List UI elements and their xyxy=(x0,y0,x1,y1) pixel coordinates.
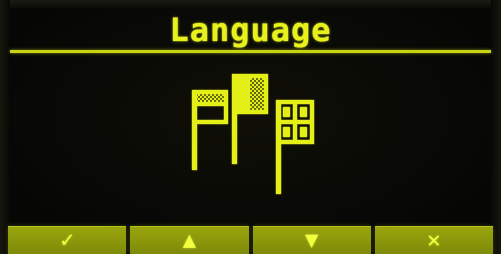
bezel-left xyxy=(0,0,10,254)
confirm-button[interactable]: ✓ xyxy=(8,226,127,254)
page-title: Language xyxy=(169,11,332,49)
title-divider xyxy=(10,50,491,53)
bezel-top xyxy=(0,0,501,8)
up-button[interactable]: ▲ xyxy=(130,226,249,254)
down-button[interactable]: ▼ xyxy=(252,226,371,254)
display-screen: Language ✓ ▲ ▼ ✕ xyxy=(0,0,501,254)
flags-icon xyxy=(192,74,314,194)
bezel-right xyxy=(491,0,501,254)
arrow-down-icon: ▼ xyxy=(305,228,319,253)
softkey-bar: ✓ ▲ ▼ ✕ xyxy=(8,226,493,254)
checkmark-icon: ✓ xyxy=(60,228,74,253)
cross-icon: ✕ xyxy=(427,228,441,253)
arrow-up-icon: ▲ xyxy=(182,228,196,253)
cancel-button[interactable]: ✕ xyxy=(374,226,493,254)
